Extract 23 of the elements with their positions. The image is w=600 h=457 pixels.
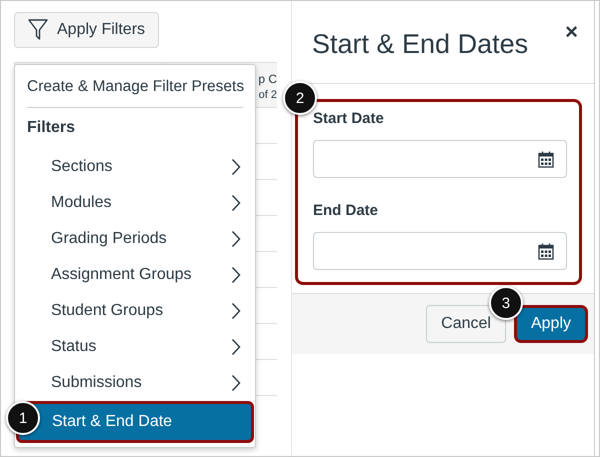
step-number-badge: 1 [6,401,40,435]
column-header-text: p C [258,71,277,87]
menu-item[interactable]: Modules [15,185,255,221]
column-header-text: of 2 [258,88,277,103]
filter-icon [28,19,48,41]
menu-item[interactable]: Student Groups [15,293,255,329]
dialog-title: Start & End Dates [312,28,528,61]
date-input-field[interactable] [313,232,567,270]
menu-item[interactable]: Status [15,329,255,365]
apply-button[interactable]: Apply [514,305,588,343]
date-input-field[interactable] [313,140,567,178]
menu-heading: Filters [26,118,76,138]
menu-item[interactable]: Sections [15,149,255,185]
menu-item[interactable]: Submissions [15,365,255,401]
close-button[interactable]: × [565,21,578,43]
filter-presets-item[interactable]: Create & Manage Filter Presets [15,75,255,99]
menu-item[interactable]: Grading Periods [15,221,255,257]
menu-item[interactable]: Assignment Groups [15,257,255,293]
step-number-badge: 3 [488,286,523,320]
field-label: End Date [313,201,380,221]
apply-filters-button[interactable]: Apply Filters [14,12,160,48]
calendar-icon[interactable] [538,242,554,260]
calendar-icon[interactable] [538,150,554,168]
